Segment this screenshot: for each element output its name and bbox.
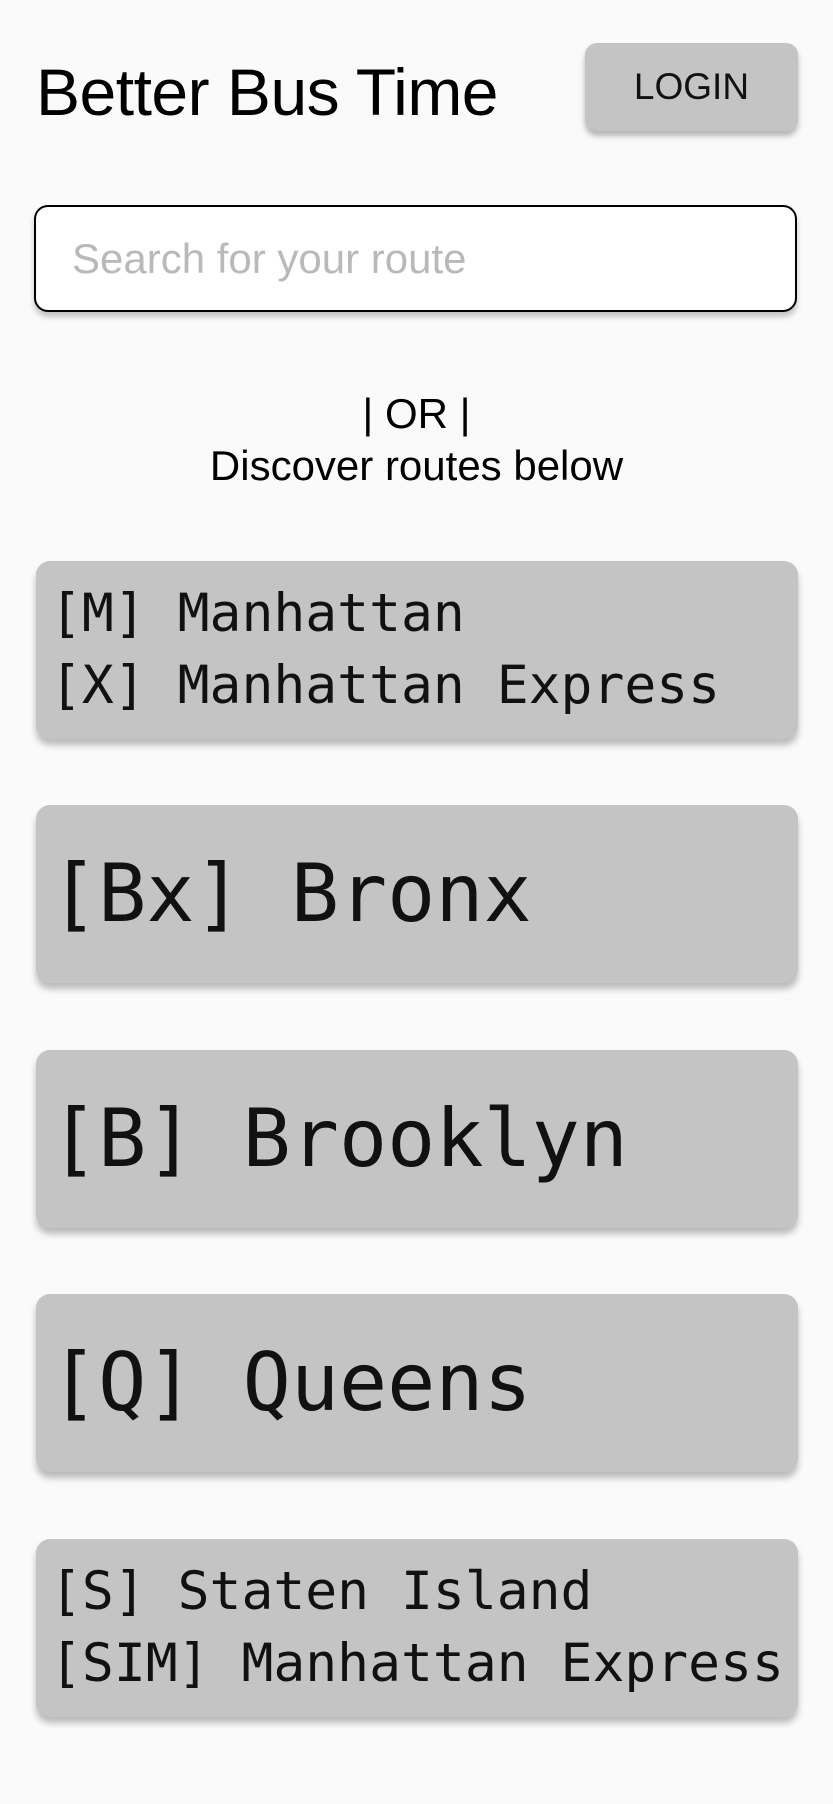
route-card-staten-island[interactable]: [S] Staten Island [SIM] Manhattan Expres… bbox=[36, 1539, 798, 1717]
route-card-brooklyn[interactable]: [B] Brooklyn bbox=[36, 1050, 798, 1228]
or-divider: | OR | Discover routes below bbox=[0, 388, 833, 492]
route-card-queens[interactable]: [Q] Queens bbox=[36, 1294, 798, 1472]
or-label: | OR | bbox=[362, 390, 471, 437]
route-label-staten-island: [S] Staten Island bbox=[50, 1561, 593, 1622]
route-label-bronx: [Bx] Bronx bbox=[50, 847, 532, 940]
route-card-manhattan[interactable]: [M] Manhattan [X] Manhattan Express bbox=[36, 561, 798, 739]
search-box bbox=[34, 205, 797, 312]
route-card-bronx[interactable]: [Bx] Bronx bbox=[36, 805, 798, 983]
route-label-manhattan: [M] Manhattan bbox=[50, 583, 465, 644]
login-button[interactable]: LOGIN bbox=[585, 43, 798, 131]
route-label-brooklyn: [B] Brooklyn bbox=[50, 1092, 628, 1185]
route-label-sim-manhattan-express: [SIM] Manhattan Express bbox=[50, 1633, 784, 1694]
app-title: Better Bus Time bbox=[36, 55, 499, 129]
route-label-manhattan-express: [X] Manhattan Express bbox=[50, 655, 721, 716]
search-input[interactable] bbox=[36, 207, 795, 310]
route-label-queens: [Q] Queens bbox=[50, 1336, 532, 1429]
discover-routes-label: Discover routes below bbox=[209, 442, 624, 489]
